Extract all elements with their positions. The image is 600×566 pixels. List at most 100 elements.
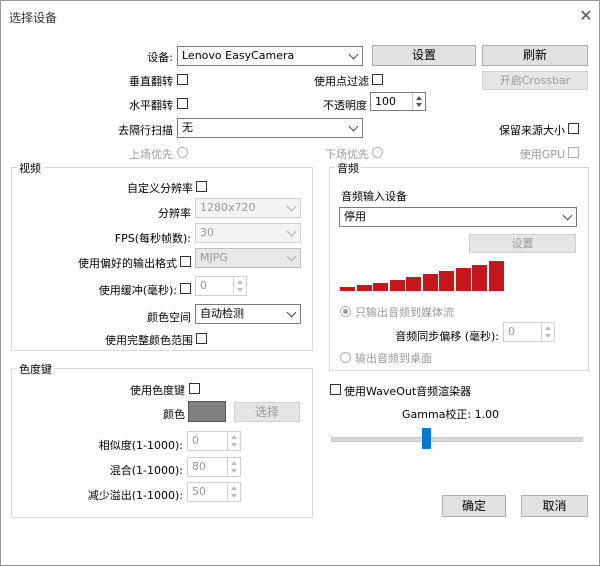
chevron-down-icon bbox=[286, 201, 297, 212]
audio-meter-bar bbox=[373, 283, 388, 291]
audio-input-label: 音频输入设备 bbox=[341, 190, 407, 203]
refresh-button[interactable]: 刷新 bbox=[482, 45, 588, 66]
output-desktop-radio[interactable] bbox=[340, 352, 351, 363]
chevron-up-icon[interactable] bbox=[231, 435, 237, 439]
deinterlace-value: 无 bbox=[182, 121, 193, 134]
blend-value: 80 bbox=[192, 460, 206, 473]
spill-label: 减少溢出(1-1000): bbox=[87, 489, 183, 502]
audio-input-select[interactable]: 停用 bbox=[339, 207, 577, 227]
chevron-down-icon[interactable] bbox=[545, 334, 551, 338]
hflip-checkbox[interactable] bbox=[177, 98, 188, 109]
opacity-label: 不透明度 bbox=[323, 99, 367, 112]
select-color-button[interactable]: 选择 bbox=[234, 402, 300, 422]
use-chroma-checkbox[interactable] bbox=[189, 383, 200, 394]
buffer-label: 使用缓冲(毫秒): bbox=[98, 284, 177, 297]
dialog-window: 选择设备 ✕ 设备: Lenovo EasyCamera 设置 刷新 垂直翻转 … bbox=[0, 0, 600, 566]
blend-stepper[interactable]: 80 bbox=[187, 457, 241, 477]
custom-resolution-label: 自定义分辨率 bbox=[127, 182, 193, 195]
device-label: 设备: bbox=[147, 51, 173, 64]
chroma-color-label: 颜色 bbox=[163, 408, 185, 421]
full-range-checkbox[interactable] bbox=[196, 333, 207, 344]
spill-stepper[interactable]: 50 bbox=[187, 482, 241, 502]
audio-offset-label: 音频同步偏移 (毫秒): bbox=[395, 330, 499, 343]
chevron-down-icon bbox=[562, 210, 573, 221]
output-format-select[interactable]: MJPG bbox=[195, 248, 301, 268]
audio-input-value: 停用 bbox=[344, 210, 366, 223]
ok-button[interactable]: 确定 bbox=[442, 495, 506, 517]
similarity-value: 0 bbox=[192, 434, 199, 447]
preferred-format-label: 使用偏好的输出格式 bbox=[78, 257, 177, 270]
deinterlace-select[interactable]: 无 bbox=[177, 118, 363, 138]
point-filter-label: 使用点过滤 bbox=[314, 75, 369, 88]
chevron-up-icon[interactable] bbox=[237, 280, 243, 284]
use-chroma-label: 使用色度键 bbox=[130, 384, 185, 397]
buffer-stepper[interactable]: 0 bbox=[195, 276, 247, 296]
audio-meter-bar bbox=[389, 280, 405, 291]
output-format-value: MJPG bbox=[200, 251, 228, 264]
chevron-up-icon[interactable] bbox=[231, 486, 237, 490]
custom-resolution-checkbox[interactable] bbox=[196, 181, 207, 192]
device-config-button[interactable]: 设置 bbox=[372, 45, 476, 66]
opacity-stepper[interactable]: 100 bbox=[370, 92, 426, 111]
use-gpu-checkbox[interactable] bbox=[568, 147, 579, 158]
chevron-up-icon[interactable] bbox=[416, 96, 422, 100]
point-filter-checkbox[interactable] bbox=[372, 74, 383, 85]
chevron-down-icon bbox=[348, 49, 359, 60]
output-stream-label: 只输出音频到媒体流 bbox=[355, 306, 454, 319]
chevron-up-icon[interactable] bbox=[545, 326, 551, 330]
output-stream-radio[interactable] bbox=[340, 306, 351, 317]
dialog-title: 选择设备 bbox=[9, 11, 58, 25]
spill-value: 50 bbox=[192, 485, 206, 498]
keep-source-size-checkbox[interactable] bbox=[568, 123, 579, 134]
crossbar-button[interactable]: 开启Crossbar bbox=[482, 71, 588, 90]
chevron-down-icon[interactable] bbox=[231, 494, 237, 498]
waveout-checkbox[interactable] bbox=[330, 384, 341, 395]
gamma-label: Gamma校正: 1.00 bbox=[402, 406, 499, 422]
chevron-down-icon bbox=[286, 226, 297, 237]
colorspace-select[interactable]: 自动检测 bbox=[195, 304, 301, 324]
bottom-field-radio[interactable] bbox=[372, 147, 383, 158]
chevron-down-icon[interactable] bbox=[231, 469, 237, 473]
top-field-radio[interactable] bbox=[177, 147, 188, 158]
blend-label: 混合(1-1000): bbox=[109, 464, 183, 477]
gamma-slider-track[interactable] bbox=[331, 437, 583, 442]
deinterlace-label: 去隔行扫描 bbox=[118, 124, 173, 137]
device-select[interactable]: Lenovo EasyCamera bbox=[177, 46, 363, 66]
chevron-down-icon[interactable] bbox=[237, 288, 243, 292]
audio-group-title: 音频 bbox=[335, 160, 361, 176]
audio-meter-bar bbox=[340, 287, 355, 291]
audio-meter-bar bbox=[472, 265, 487, 291]
preferred-format-checkbox[interactable] bbox=[180, 256, 191, 267]
output-desktop-label: 输出音频到桌面 bbox=[355, 352, 432, 365]
chroma-color-swatch[interactable] bbox=[188, 401, 226, 422]
audio-meter-bar bbox=[406, 277, 421, 291]
audio-meter-bar bbox=[356, 285, 372, 291]
chevron-up-icon[interactable] bbox=[231, 461, 237, 465]
chevron-down-icon bbox=[348, 121, 359, 132]
audio-meter-bar bbox=[488, 261, 504, 291]
fps-label: FPS(每秒帧数): bbox=[114, 232, 191, 245]
similarity-label: 相似度(1-1000): bbox=[98, 439, 183, 452]
audio-meter-bar bbox=[455, 268, 471, 291]
gamma-slider-thumb[interactable] bbox=[422, 428, 431, 449]
video-group-title: 视频 bbox=[17, 160, 43, 176]
similarity-stepper[interactable]: 0 bbox=[187, 431, 241, 451]
audio-meter-bar bbox=[422, 274, 438, 291]
resolution-select[interactable]: 1280x720 bbox=[195, 198, 301, 218]
close-icon[interactable]: ✕ bbox=[577, 7, 595, 25]
audio-config-button[interactable]: 设置 bbox=[469, 234, 576, 253]
colorspace-value: 自动检测 bbox=[200, 307, 244, 320]
chevron-down-icon bbox=[286, 307, 297, 318]
chevron-down-icon[interactable] bbox=[231, 443, 237, 447]
vflip-checkbox[interactable] bbox=[177, 74, 188, 85]
gamma-value: 1.00 bbox=[474, 408, 500, 421]
chevron-down-icon[interactable] bbox=[416, 103, 422, 107]
chroma-group-title: 色度键 bbox=[17, 361, 54, 377]
top-field-label: 上场优先 bbox=[129, 148, 173, 161]
buffer-checkbox[interactable] bbox=[180, 283, 191, 294]
audio-offset-stepper[interactable]: 0 bbox=[503, 322, 555, 342]
fps-select[interactable]: 30 bbox=[195, 223, 301, 243]
cancel-button[interactable]: 取消 bbox=[521, 495, 588, 517]
use-gpu-label: 使用GPU bbox=[519, 148, 565, 161]
audio-meter-bar bbox=[439, 271, 454, 291]
